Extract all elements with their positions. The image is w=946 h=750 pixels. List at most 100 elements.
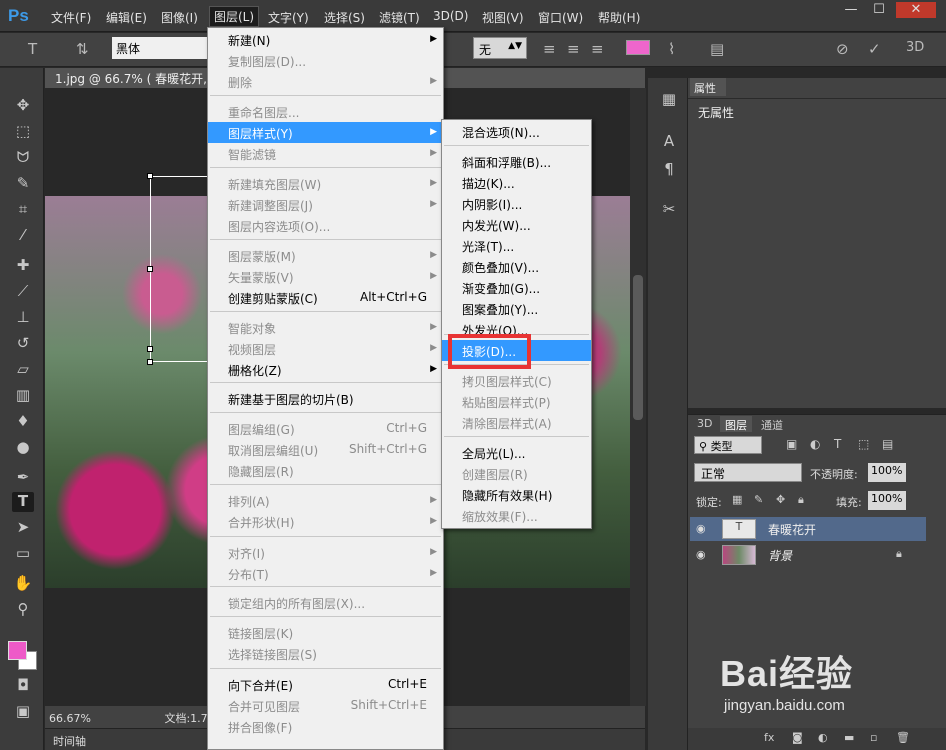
menu-item[interactable]: 向下合并(E) Ctrl+E	[208, 674, 443, 695]
layer-name[interactable]: 春暖花开	[768, 521, 816, 538]
menu-item[interactable]: 新建基于图层的切片(B)	[208, 388, 443, 409]
3d-icon[interactable]: 3D	[906, 40, 924, 55]
close-button[interactable]: ✕	[896, 2, 936, 18]
move-tool-icon[interactable]: ✥	[12, 96, 34, 116]
menu-item[interactable]: 对齐(I) ▶	[208, 542, 443, 563]
menu-item[interactable]: 创建图层(R)	[442, 463, 591, 484]
menu-filter[interactable]: 滤镜(T)	[379, 9, 420, 26]
menu-item[interactable]: 矢量蒙版(V) ▶	[208, 266, 443, 287]
history-panel-icon[interactable]: ▦	[660, 90, 678, 108]
layer-name[interactable]: 背景	[768, 547, 792, 564]
lasso-tool-icon[interactable]: ᗢ	[12, 148, 34, 168]
menu-item[interactable]: 图层内容选项(O)...	[208, 215, 443, 236]
menu-item[interactable]: 图层编组(G) Ctrl+G	[208, 418, 443, 439]
filter-adjustment-icon[interactable]: ◐	[810, 437, 820, 451]
tab-layers[interactable]: 图层	[720, 416, 752, 432]
fill-field[interactable]: 100%	[868, 491, 906, 510]
menu-item[interactable]: 斜面和浮雕(B)...	[442, 151, 591, 172]
menu-item[interactable]: 粘贴图层样式(P)	[442, 391, 591, 412]
blur-tool-icon[interactable]: ♦	[12, 412, 34, 432]
filter-smart-object-icon[interactable]: ▤	[882, 437, 893, 451]
menu-item[interactable]: 重命名图层...	[208, 101, 443, 122]
maximize-button[interactable]: ☐	[868, 2, 890, 18]
menu-item[interactable]: 链接图层(K)	[208, 622, 443, 643]
properties-tab[interactable]: 属性	[690, 78, 726, 96]
eyedropper-tool-icon[interactable]: ⁄	[12, 226, 34, 246]
menu-item[interactable]: 新建调整图层(J) ▶	[208, 194, 443, 215]
type-tool-icon[interactable]: T	[28, 40, 37, 58]
align-center-icon[interactable]: ≡	[567, 40, 580, 58]
tab-channels[interactable]: 通道	[756, 416, 788, 432]
antialias-select[interactable]: 无 ▲▼	[473, 37, 527, 59]
menu-item[interactable]: 内阴影(I)...	[442, 193, 591, 214]
lock-position-icon[interactable]: ✥	[776, 493, 785, 506]
quick-select-tool-icon[interactable]: ✎	[12, 174, 34, 194]
menu-item[interactable]: 新建(N) ▶	[208, 29, 443, 50]
transform-handle[interactable]	[147, 266, 153, 272]
menu-help[interactable]: 帮助(H)	[598, 9, 640, 26]
menu-item[interactable]: 全局光(L)...	[442, 442, 591, 463]
transform-handle[interactable]	[147, 173, 153, 179]
menu-item[interactable]: 智能对象 ▶	[208, 317, 443, 338]
menu-item[interactable]: 智能滤镜 ▶	[208, 143, 443, 164]
menu-item[interactable]: 删除 ▶	[208, 71, 443, 92]
text-orientation-icon[interactable]: ⇅	[76, 40, 89, 58]
visibility-eye-icon[interactable]: ◉	[696, 548, 706, 561]
menu-view[interactable]: 视图(V)	[482, 9, 524, 26]
menu-item[interactable]: 隐藏图层(R)	[208, 460, 443, 481]
text-bounding-box[interactable]	[150, 176, 210, 362]
menu-item[interactable]: 混合选项(N)...	[442, 121, 591, 142]
paragraph-panel-icon[interactable]: ¶	[660, 160, 678, 178]
menu-item[interactable]: 新建填充图层(W) ▶	[208, 173, 443, 194]
filter-shape-icon[interactable]: ⬚	[858, 437, 869, 451]
menu-item[interactable]: 图层样式(Y) ▶	[208, 122, 443, 143]
eraser-tool-icon[interactable]: ▱	[12, 360, 34, 380]
menu-image[interactable]: 图像(I)	[161, 9, 198, 26]
transform-handle[interactable]	[147, 346, 153, 352]
layer-row[interactable]: ◉ 背景 🔒︎	[690, 543, 926, 567]
menu-item[interactable]: 渐变叠加(G)...	[442, 277, 591, 298]
lock-pixels-icon[interactable]: ✎	[754, 493, 763, 506]
menu-item[interactable]: 光泽(T)...	[442, 235, 591, 256]
zoom-level[interactable]: 66.67%	[49, 712, 91, 725]
lock-transparent-icon[interactable]: ▦	[732, 493, 742, 506]
align-left-icon[interactable]: ≡	[543, 40, 556, 58]
align-right-icon[interactable]: ≡	[591, 40, 604, 58]
layer-filter-select[interactable]: ⚲ 类型	[694, 436, 762, 454]
gradient-tool-icon[interactable]: ▥	[12, 386, 34, 406]
lock-all-icon[interactable]: 🔒︎	[798, 493, 804, 507]
menu-item[interactable]: 合并形状(H) ▶	[208, 511, 443, 532]
delete-layer-icon[interactable]: 🗑︎	[896, 731, 910, 744]
menu-item[interactable]: 复制图层(D)...	[208, 50, 443, 71]
menu-item[interactable]: 取消图层编组(U) Shift+Ctrl+G	[208, 439, 443, 460]
font-family-field[interactable]: 黑体	[112, 37, 208, 59]
timeline-tab[interactable]: 时间轴	[53, 735, 86, 748]
clone-stamp-tool-icon[interactable]: ⊥	[12, 308, 34, 328]
pen-tool-icon[interactable]: ✒	[12, 468, 34, 488]
menu-layer[interactable]: 图层(L)	[209, 6, 260, 27]
blend-mode-select[interactable]: 正常	[694, 463, 802, 482]
menu-item[interactable]: 描边(K)...	[442, 172, 591, 193]
menu-item[interactable]: 图案叠加(Y)...	[442, 298, 591, 319]
menu-item[interactable]: 锁定组内的所有图层(X)...	[208, 592, 443, 613]
tab-3d[interactable]: 3D	[692, 416, 717, 432]
add-mask-icon[interactable]: ◙	[792, 731, 803, 744]
screen-mode-icon[interactable]: ▣	[12, 702, 34, 722]
menu-file[interactable]: 文件(F)	[51, 9, 91, 26]
menu-select[interactable]: 选择(S)	[324, 9, 365, 26]
healing-brush-tool-icon[interactable]: ✚	[12, 256, 34, 276]
cancel-icon[interactable]: ⊘	[836, 40, 849, 58]
menu-item[interactable]: 栅格化(Z) ▶	[208, 359, 443, 380]
text-color-swatch[interactable]	[626, 40, 650, 55]
path-selection-tool-icon[interactable]: ➤	[12, 518, 34, 538]
menu-3d[interactable]: 3D(D)	[433, 9, 468, 23]
scrollbar-thumb[interactable]	[633, 275, 643, 420]
opacity-field[interactable]: 100%	[868, 463, 906, 482]
minimize-button[interactable]: —	[840, 2, 862, 18]
new-layer-icon[interactable]: ▫	[870, 731, 877, 744]
character-panel-icon[interactable]: A	[660, 132, 678, 150]
foreground-color-swatch[interactable]	[8, 641, 27, 660]
character-panel-icon[interactable]: ▤	[710, 40, 724, 58]
quick-mask-icon[interactable]: ◘	[12, 676, 34, 696]
tool-presets-icon[interactable]: ✂	[660, 200, 678, 218]
